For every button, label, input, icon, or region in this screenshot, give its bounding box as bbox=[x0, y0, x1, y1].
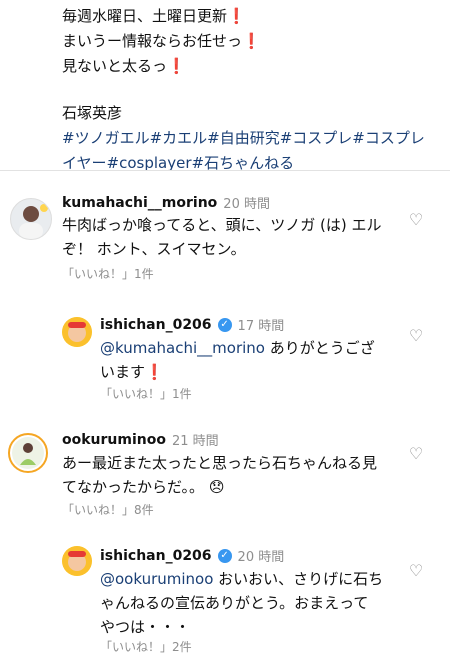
comment-meta: ishichan_0206 ✓ 20 時間 bbox=[100, 546, 285, 566]
comment-time: 20 時間 bbox=[237, 550, 285, 565]
comment-username[interactable]: kumahachi__morino bbox=[62, 195, 217, 211]
comment-meta: kumahachi__morino 20 時間 bbox=[62, 193, 270, 213]
caption-line-1: 毎週水曜日、土曜日更新❗ bbox=[62, 7, 246, 25]
person-avatar-icon bbox=[62, 546, 92, 576]
post-caption: 毎週水曜日、土曜日更新❗ まいうー情報ならお任せっ❗ 見ないと太るっ❗ 石塚英彦… bbox=[62, 4, 442, 176]
caption-hashtags[interactable]: #ツノガエル#カエル#自由研究#コスプレ#コスプレイヤー#cosplayer#石… bbox=[62, 126, 432, 176]
mention-link[interactable]: @kumahachi__morino bbox=[100, 339, 265, 357]
comment-meta: ookuruminoo 21 時間 bbox=[62, 430, 219, 450]
comment-meta: ishichan_0206 ✓ 17 時間 bbox=[100, 315, 285, 335]
caption-line-2: まいうー情報ならお任せっ❗ bbox=[62, 32, 261, 50]
avatar[interactable] bbox=[62, 546, 92, 576]
exclamation-icon: ❗ bbox=[167, 57, 186, 75]
comment-text: @kumahachi__morino ありがとうござ います❗ bbox=[100, 339, 375, 381]
comment-time: 17 時間 bbox=[237, 319, 285, 334]
comment-likes[interactable]: 「いいね！」1件 bbox=[62, 265, 154, 282]
mention-link[interactable]: @ookuruminoo bbox=[100, 570, 213, 588]
person-avatar-icon bbox=[12, 437, 44, 469]
disappointed-face-icon: 😞 bbox=[208, 478, 225, 496]
avatar[interactable] bbox=[8, 433, 48, 473]
heart-icon[interactable]: ♡ bbox=[408, 328, 424, 344]
heart-icon[interactable]: ♡ bbox=[408, 563, 424, 579]
comment-text: 牛肉ばっか喰ってると、頭に、ツノガ (は) エル ぞ！ ホント、スイマセン。 bbox=[62, 216, 382, 258]
verified-badge-icon: ✓ bbox=[217, 548, 232, 563]
comment-text: @ookuruminoo おいおい、さりげに石ち ゃんねるの宣伝ありがとう。おま… bbox=[100, 570, 384, 636]
verified-badge-icon: ✓ bbox=[217, 317, 232, 332]
comment-likes[interactable]: 「いいね！」1件 bbox=[100, 385, 192, 402]
comment-likes[interactable]: 「いいね！」8件 bbox=[62, 501, 154, 518]
comment-time: 20 時間 bbox=[223, 197, 270, 212]
comment-username[interactable]: ishichan_0206 bbox=[100, 548, 212, 564]
comment-time: 21 時間 bbox=[171, 434, 219, 449]
heart-icon[interactable]: ♡ bbox=[408, 446, 424, 462]
exclamation-icon: ❗ bbox=[227, 7, 246, 25]
comment-text: あー最近また太ったと思ったら石ちゃんねる見 てなかったからだ。。 😞 bbox=[62, 454, 378, 496]
person-avatar-icon bbox=[62, 317, 92, 347]
person-avatar-icon bbox=[19, 204, 48, 239]
comment-username[interactable]: ishichan_0206 bbox=[100, 317, 212, 333]
exclamation-icon: ❗ bbox=[242, 32, 261, 50]
avatar[interactable] bbox=[10, 198, 52, 240]
comment-likes[interactable]: 「いいね！」2件 bbox=[100, 638, 192, 655]
heart-icon[interactable]: ♡ bbox=[408, 212, 424, 228]
divider bbox=[0, 170, 450, 171]
caption-author: 石塚英彦 bbox=[62, 104, 123, 122]
caption-line-3: 見ないと太るっ❗ bbox=[62, 57, 186, 75]
comment-username[interactable]: ookuruminoo bbox=[62, 432, 166, 448]
avatar[interactable] bbox=[62, 317, 92, 347]
exclamation-icon: ❗ bbox=[145, 363, 164, 381]
